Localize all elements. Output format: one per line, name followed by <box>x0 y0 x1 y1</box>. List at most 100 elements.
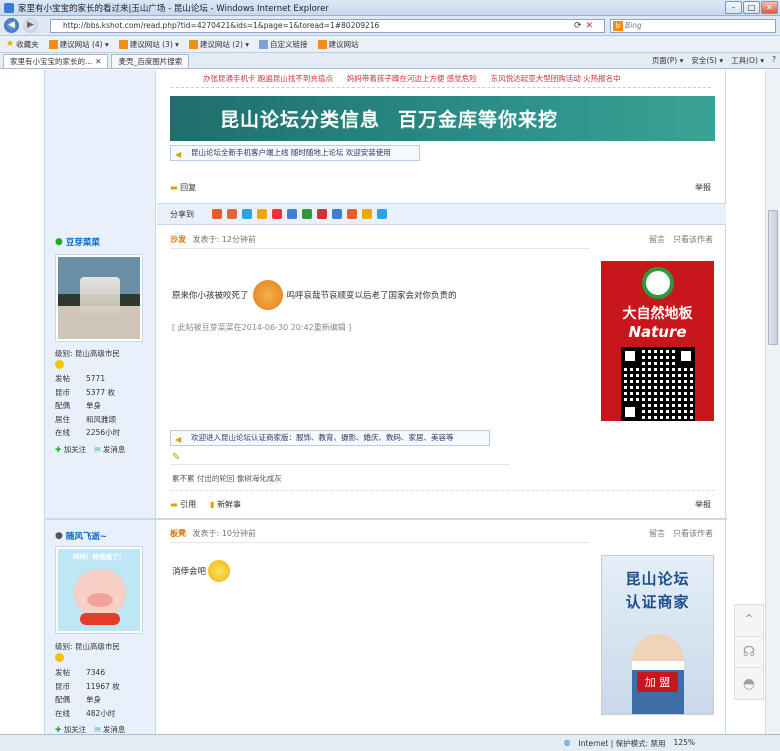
promo-link[interactable]: 妈妈带着孩子蹲在河边上方便 感觉危险 <box>347 73 477 84</box>
share-icon[interactable] <box>212 209 222 219</box>
share-icon[interactable] <box>362 209 372 219</box>
divider <box>170 490 715 491</box>
back-to-top-icon[interactable]: ⌃ <box>735 605 763 637</box>
fav-link[interactable]: 建议网站 (3) ▾ <box>118 39 179 50</box>
join-button[interactable]: 加 盟 <box>636 672 679 692</box>
back-button[interactable]: ◀ <box>4 18 19 33</box>
safety-menu[interactable]: 安全(S) ▾ <box>691 55 723 66</box>
follow-button[interactable]: ✚ 加关注 <box>55 444 86 455</box>
refresh-icon[interactable]: ⟳ <box>574 19 582 33</box>
merchant-floor-ad[interactable]: 昆山论坛 认证商家 加 盟 <box>601 555 714 715</box>
post-header: 沙发 发表于: 12分钟前 留言 只看该作者 <box>170 234 715 245</box>
fav-link-label: 建议网站 (3) ▾ <box>129 39 179 49</box>
close-tab-icon[interactable]: ✕ <box>95 57 101 66</box>
search-input[interactable]: b Bing <box>610 19 776 33</box>
headset-icon[interactable]: ☊ <box>735 637 763 669</box>
avatar[interactable] <box>55 254 143 342</box>
share-icon[interactable] <box>377 209 387 219</box>
address-input[interactable]: http://bbs.kshot.com/read.php?tid=427042… <box>50 19 605 33</box>
share-icon[interactable] <box>332 209 342 219</box>
stat-value: 11967 枚 <box>86 681 120 691</box>
share-icon[interactable] <box>227 209 237 219</box>
merchant-sig-bar[interactable]: ◀ 欢迎进入昆山论坛认证商家版：服饰、教育、摄影、婚庆、数码、家居、美容等 <box>170 430 490 446</box>
follow-button[interactable]: ✚ 加关注 <box>55 724 86 734</box>
share-icon[interactable] <box>257 209 267 219</box>
minimize-button[interactable]: – <box>725 1 742 14</box>
user-stats: 发帖 7346 昆币 11967 枚配偶 单身 在线 482小时 <box>55 666 120 720</box>
tab-forum[interactable]: 家里有小宝宝的家长的... ✕ <box>3 54 109 68</box>
favorites-button[interactable]: ★ 收藏夹 <box>6 39 39 50</box>
mail-icon: ✉ <box>94 725 101 734</box>
fav-link-label: 建议网站 (4) ▾ <box>59 39 109 49</box>
share-icon[interactable] <box>242 209 252 219</box>
stat-row: 在线 482小时 <box>55 707 120 721</box>
page-menu[interactable]: 页面(P) ▾ <box>652 55 684 66</box>
stop-icon[interactable]: ✕ <box>586 19 594 33</box>
site-icon <box>48 39 58 49</box>
stat-row: 在线 2256小时 <box>55 426 120 440</box>
share-icon[interactable] <box>287 209 297 219</box>
report-link[interactable]: 举报 <box>695 182 711 193</box>
classified-banner[interactable]: 昆山论坛分类信息 百万金库等你来挖 <box>170 96 715 141</box>
help-menu[interactable]: ? <box>772 55 776 66</box>
qr-code-icon <box>620 347 695 421</box>
message-label: 发消息 <box>102 725 126 734</box>
report-link[interactable]: 举报 <box>695 499 711 510</box>
signature-divider <box>170 464 510 465</box>
first-post-actions: ▬ 回复 举报 <box>170 180 715 194</box>
promo-link[interactable]: 办张昆通手机卡 跑遍昆山找不到充值点 <box>203 73 333 84</box>
zoom-level[interactable]: 125% <box>674 738 695 749</box>
fresh-icon: ▮ <box>210 500 215 509</box>
fav-link[interactable]: 建议网站 (4) ▾ <box>48 39 109 50</box>
mail-icon: ✉ <box>94 445 101 454</box>
author-only-link[interactable]: 只看该作者 <box>673 235 713 244</box>
stat-value: 482小时 <box>86 708 116 718</box>
avatar[interactable]: 呵呵！转错猪了！ <box>55 546 143 634</box>
username[interactable]: ● 豆芽菜菜 <box>55 236 100 248</box>
follow-label: 加关注 <box>63 445 87 454</box>
fav-link[interactable]: 建议网站 <box>317 39 359 50</box>
globe-icon: ◍ <box>564 738 571 747</box>
tools-menu[interactable]: 工具(O) ▾ <box>731 55 764 66</box>
stat-row: 居住 和风雅颂 <box>55 413 120 427</box>
share-icon[interactable] <box>347 209 357 219</box>
fav-link[interactable]: 自定义链接 <box>259 39 308 50</box>
app-notice[interactable]: ◀ 昆山论坛全新手机客户端上线 随时随地上论坛 欢迎安装使用 <box>170 145 420 161</box>
stat-row: 发帖 7346 <box>55 666 120 680</box>
message-button[interactable]: ✉ 发消息 <box>94 724 125 734</box>
scrollbar-thumb[interactable] <box>768 210 778 345</box>
fav-link[interactable]: 建议网站 (2) ▾ <box>188 39 249 50</box>
username[interactable]: ● 随风飞逝~ <box>55 530 107 542</box>
stat-key: 发帖 <box>55 374 70 383</box>
fresh-link[interactable]: 新鲜事 <box>217 500 241 509</box>
maximize-button[interactable]: □ <box>743 1 760 14</box>
stat-row: 配偶 单身 <box>55 693 120 707</box>
vertical-scrollbar[interactable] <box>765 70 780 734</box>
comment-link[interactable]: 留言 <box>649 235 665 244</box>
share-icon[interactable] <box>302 209 312 219</box>
user-links: ✚ 加关注 ✉ 发消息 <box>55 724 125 734</box>
banner-left-text: 昆山论坛分类信息 <box>220 109 381 131</box>
close-button[interactable]: ✕ <box>761 1 778 14</box>
tab-image-search[interactable]: 麦壳_百度图片搜索 <box>111 54 190 68</box>
quote-link[interactable]: 引用 <box>180 500 196 509</box>
chat-icon[interactable]: ◓ <box>735 668 763 699</box>
plus-icon: ✚ <box>55 725 62 734</box>
favorites-bar: ★ 收藏夹 建议网站 (4) ▾ 建议网站 (3) ▾ 建议网站 (2) ▾ 自定… <box>0 36 780 53</box>
address-bar-row: ◀ ▶ http://bbs.kshot.com/read.php?tid=42… <box>0 16 780 36</box>
nature-floor-ad[interactable]: 大自然地板 Nature <box>601 261 714 421</box>
comment-link[interactable]: 留言 <box>649 529 665 538</box>
fav-link-label: 自定义链接 <box>270 39 308 49</box>
stat-key: 在线 <box>55 428 70 437</box>
ad-title-2: 认证商家 <box>625 593 690 611</box>
promo-link[interactable]: 东风悦达起亚大型团购活动 火热报名中 <box>491 73 621 84</box>
share-icon[interactable] <box>272 209 282 219</box>
forward-button[interactable]: ▶ <box>23 18 38 33</box>
ad-brand-en: Nature <box>628 323 687 341</box>
divider <box>170 542 590 543</box>
share-bar: 分享到 <box>157 203 726 225</box>
reply-link[interactable]: 回复 <box>180 182 196 193</box>
author-only-link[interactable]: 只看该作者 <box>673 529 713 538</box>
message-button[interactable]: ✉ 发消息 <box>94 444 125 455</box>
share-icon[interactable] <box>317 209 327 219</box>
